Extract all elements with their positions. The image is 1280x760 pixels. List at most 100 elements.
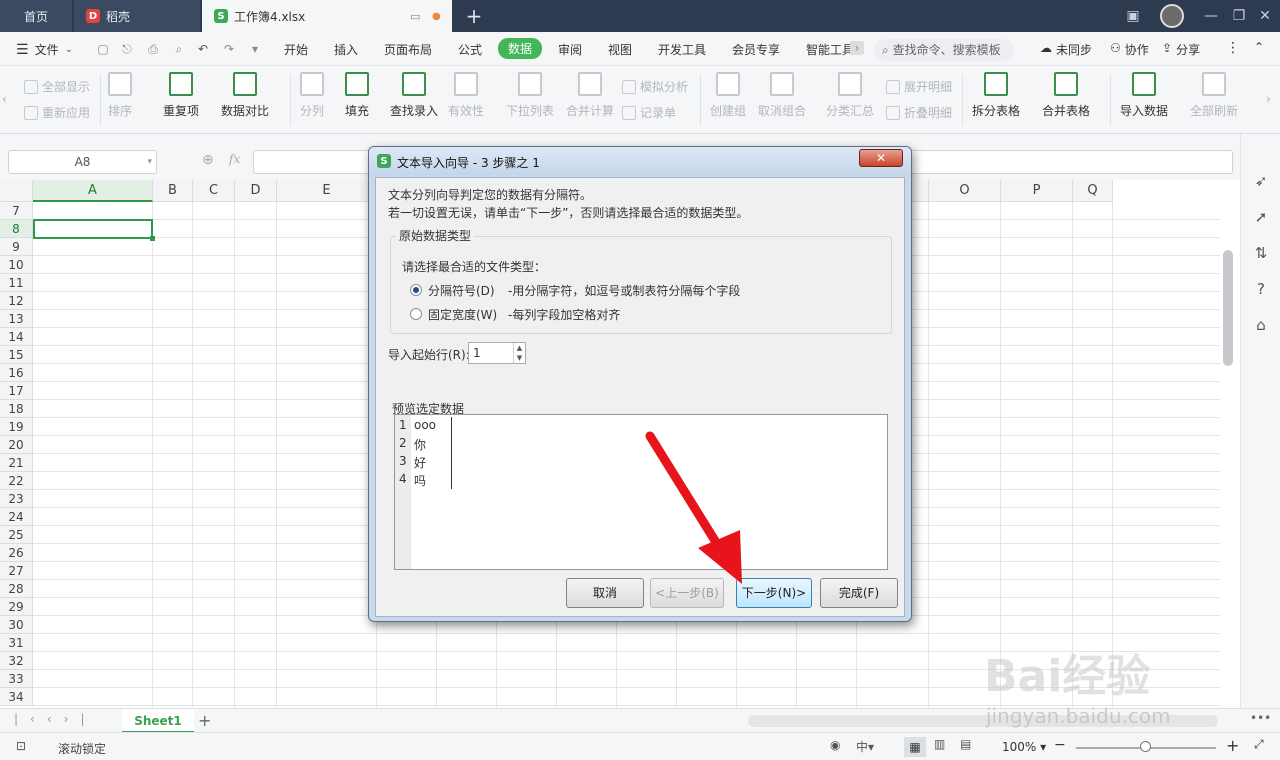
row-header-23[interactable]: 23 xyxy=(0,490,33,508)
row-header-20[interactable]: 20 xyxy=(0,436,33,454)
create-group-button[interactable]: 创建组 xyxy=(710,72,746,119)
column-header-p[interactable]: P xyxy=(1001,180,1073,202)
delimited-radio[interactable] xyxy=(410,284,422,296)
more-horizontal-icon[interactable]: ••• xyxy=(1250,711,1271,725)
show-all-button[interactable]: 全部显示 xyxy=(24,78,90,95)
language-icon[interactable]: 中▾ xyxy=(856,738,874,755)
compare-button[interactable]: 数据对比 xyxy=(221,72,269,119)
delimited-label[interactable]: 分隔符号(D) xyxy=(428,282,495,299)
row-header-17[interactable]: 17 xyxy=(0,382,33,400)
sheet-nav-icons[interactable]: |‹‹›| xyxy=(14,712,96,726)
collapse-detail-button[interactable]: 折叠明细 xyxy=(886,104,952,121)
split-table-button[interactable]: 拆分表格 xyxy=(972,72,1020,119)
add-sheet-icon[interactable]: + xyxy=(198,711,211,730)
avatar[interactable] xyxy=(1160,4,1184,28)
column-header-e[interactable]: E xyxy=(277,180,377,202)
duplicates-button[interactable]: 重复项 xyxy=(163,72,199,119)
row-header-19[interactable]: 19 xyxy=(0,418,33,436)
sync-button[interactable]: ☁ 未同步 xyxy=(1040,41,1092,58)
menu-start[interactable]: 开始 xyxy=(284,41,308,58)
page-break-view-icon[interactable]: ▤ xyxy=(960,737,971,751)
row-header-21[interactable]: 21 xyxy=(0,454,33,472)
row-header-22[interactable]: 22 xyxy=(0,472,33,490)
row-header-12[interactable]: 12 xyxy=(0,292,33,310)
menu-smart-tools[interactable]: 智能工具 xyxy=(806,41,854,58)
column-header-b[interactable]: B xyxy=(153,180,193,202)
menu-review[interactable]: 审阅 xyxy=(558,41,582,58)
new-tab-button[interactable]: + xyxy=(462,4,486,28)
zoom-level[interactable]: 100% ▾ xyxy=(1002,740,1046,754)
refresh-all-button[interactable]: 全部刷新 xyxy=(1190,72,1238,119)
undo-icon[interactable]: ↶ xyxy=(196,42,210,56)
ungroup-button[interactable]: 取消组合 xyxy=(758,72,806,119)
fx-icon[interactable]: fx xyxy=(229,152,240,166)
simulation-button[interactable]: 模拟分析 xyxy=(622,78,688,95)
print-icon[interactable]: ⎙ xyxy=(146,42,160,56)
start-row-input[interactable]: 1 ▲ ▼ xyxy=(468,342,526,364)
row-header-10[interactable]: 10 xyxy=(0,256,33,274)
row-header-8[interactable]: 8 xyxy=(0,220,33,238)
menu-dev-tools[interactable]: 开发工具 xyxy=(658,41,706,58)
row-header-33[interactable]: 33 xyxy=(0,670,33,688)
chevron-right-icon[interactable]: › xyxy=(850,41,864,55)
finish-button[interactable]: 完成(F) xyxy=(820,578,898,608)
window-layout-icon[interactable]: ▣ xyxy=(1122,6,1144,26)
select-all-corner[interactable] xyxy=(0,180,33,202)
spin-arrows-icon[interactable]: ▲ ▼ xyxy=(513,343,525,363)
expand-detail-button[interactable]: 展开明细 xyxy=(886,78,952,95)
dialog-close-button[interactable]: ✕ xyxy=(859,149,903,167)
page-layout-view-icon[interactable]: ▥ xyxy=(934,737,945,751)
row-header-25[interactable]: 25 xyxy=(0,526,33,544)
macro-icon[interactable]: ⊡ xyxy=(16,739,26,753)
command-search[interactable]: ⌕ 查找命令、搜索模板 xyxy=(874,39,1014,61)
inbox-icon[interactable]: ⌂ xyxy=(1252,316,1270,334)
column-header-q[interactable]: Q xyxy=(1073,180,1113,202)
import-data-button[interactable]: 导入数据 xyxy=(1120,72,1168,119)
menu-view[interactable]: 视图 xyxy=(608,41,632,58)
fullscreen-icon[interactable]: ⤢ xyxy=(1254,737,1264,752)
row-header-9[interactable]: 9 xyxy=(0,238,33,256)
record-button[interactable]: 记录单 xyxy=(622,104,676,121)
file-menu[interactable]: ☰ 文件 ⌄ xyxy=(16,41,73,58)
tab-workbook[interactable]: S 工作簿4.xlsx ▭ ● xyxy=(202,0,452,32)
menu-member[interactable]: 会员专享 xyxy=(732,41,780,58)
row-header-7[interactable]: 7 xyxy=(0,202,33,220)
row-header-28[interactable]: 28 xyxy=(0,580,33,598)
row-header-11[interactable]: 11 xyxy=(0,274,33,292)
merge-calc-button[interactable]: 合并计算 xyxy=(566,72,614,119)
fill-handle[interactable] xyxy=(150,236,155,241)
row-header-30[interactable]: 30 xyxy=(0,616,33,634)
menu-insert[interactable]: 插入 xyxy=(334,41,358,58)
export-icon[interactable]: ⎋ xyxy=(120,42,134,56)
column-header-o[interactable]: O xyxy=(929,180,1001,202)
save-icon[interactable]: ▢ xyxy=(96,42,110,56)
tab-home[interactable]: 首页 xyxy=(0,0,72,32)
vertical-scrollbar-thumb[interactable] xyxy=(1223,250,1233,366)
row-header-14[interactable]: 14 xyxy=(0,328,33,346)
zoom-in-icon[interactable]: + xyxy=(1226,736,1239,755)
fixed-width-radio[interactable] xyxy=(410,308,422,320)
row-header-27[interactable]: 27 xyxy=(0,562,33,580)
name-box[interactable]: A8 ▾ xyxy=(8,150,157,174)
monitor-icon[interactable]: ▭ xyxy=(410,10,420,23)
cancel-button[interactable]: 取消 xyxy=(566,578,644,608)
row-header-31[interactable]: 31 xyxy=(0,634,33,652)
redo-icon[interactable]: ↷ xyxy=(222,42,236,56)
more-icon[interactable]: ⋮ xyxy=(1226,40,1240,56)
row-header-13[interactable]: 13 xyxy=(0,310,33,328)
help-icon[interactable]: ? xyxy=(1252,280,1270,298)
active-cell[interactable] xyxy=(33,219,153,239)
minimize-icon[interactable]: — xyxy=(1200,6,1222,26)
preview-icon[interactable]: ⌕ xyxy=(172,42,186,56)
row-header-29[interactable]: 29 xyxy=(0,598,33,616)
dropdown-list-button[interactable]: 下拉列表 xyxy=(506,72,554,119)
transfer-icon[interactable]: ⇅ xyxy=(1252,244,1270,262)
zoom-search-icon[interactable]: ⊕ xyxy=(202,152,214,168)
ribbon-scroll-left-icon[interactable]: ‹ xyxy=(2,92,7,106)
row-header-32[interactable]: 32 xyxy=(0,652,33,670)
reapply-button[interactable]: 重新应用 xyxy=(24,104,90,121)
row-header-26[interactable]: 26 xyxy=(0,544,33,562)
merge-table-button[interactable]: 合并表格 xyxy=(1042,72,1090,119)
collapse-ribbon-icon[interactable]: ⌃ xyxy=(1254,40,1264,54)
cursor-icon[interactable]: ➚ xyxy=(1252,208,1270,226)
